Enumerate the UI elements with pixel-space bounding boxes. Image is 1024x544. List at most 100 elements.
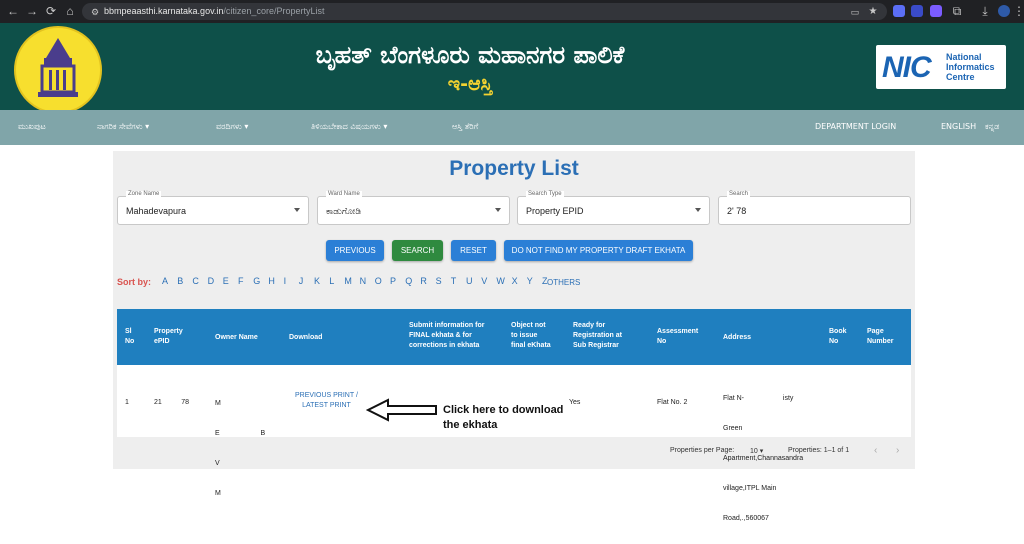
main-nav: ಮುಖಪುಟ ನಾಗರಿಕ ಸೇವೆಗಳು ▾ ವರದಿಗಳು ▾ ತಿಳಿಯಬ… [0, 110, 1024, 145]
not-find-property-button[interactable]: DO NOT FIND MY PROPERTY DRAFT EKHATA [504, 240, 693, 261]
dropdown-caret-icon [495, 208, 501, 212]
cell-assessment: Flat No. 2 [657, 399, 688, 406]
sort-by-label: Sort by: [117, 277, 152, 287]
cell-owner: M E B V M [215, 400, 266, 497]
nic-logo: NIC National Informatics Centre [876, 45, 1006, 89]
ward-select[interactable]: Ward Name ಕಾಡುಗೋಡಿ [317, 191, 510, 225]
site-subtitle: ಇ-ಆಸ್ತಿ [447, 73, 493, 95]
nav-department-login[interactable]: DEPARTMENT LOGIN [815, 122, 896, 131]
sort-letter-f[interactable]: F [238, 276, 244, 286]
zone-select[interactable]: Zone Name Mahadevapura [117, 191, 309, 225]
sort-letter-y[interactable]: Y [527, 276, 533, 286]
th-ready: Ready for Registration at Sub Registrar [573, 322, 623, 349]
th-book: Book No [829, 328, 847, 345]
sort-letter-d[interactable]: D [208, 276, 215, 286]
chevron-down-icon: ▾ [383, 122, 388, 131]
site-info-icon[interactable]: ⚙ [88, 5, 102, 19]
reset-button[interactable]: RESET [451, 240, 496, 261]
th-epid: Property ePID [154, 328, 183, 345]
sort-letter-h[interactable]: H [268, 276, 275, 286]
search-input[interactable]: Search 2' 78 [718, 191, 911, 225]
site-header: ಬೃಹತ್ ಬೆಂಗಳೂರು ಮಹಾನಗರ ಪಾಲಿಕೆ ಇ-ಆಸ್ತಿ NIC… [0, 23, 1024, 114]
dropdown-caret-icon [695, 208, 701, 212]
extension-icon-3[interactable] [930, 5, 942, 17]
per-page-label: Properties per Page: [670, 447, 735, 454]
nav-property-tax[interactable]: ಆಸ್ತಿ ತೆರಿಗೆ [452, 122, 478, 132]
dropdown-caret-icon [294, 208, 300, 212]
extension-icon-2[interactable] [911, 5, 923, 17]
sort-letter-b[interactable]: B [177, 276, 183, 286]
chevron-down-icon: ▾ [759, 448, 764, 455]
page-title: Property List [449, 157, 579, 180]
pagination-range: Properties: 1–1 of 1 [788, 447, 850, 454]
sort-letter-o[interactable]: O [375, 276, 382, 286]
bookmark-star-icon[interactable]: ★ [866, 5, 880, 19]
nav-info[interactable]: ತಿಳಿಯಬೇಕಾದ ವಿಷಯಗಳು ▾ [311, 122, 387, 132]
bbmp-emblem-icon [14, 26, 102, 114]
cell-ready: Yes [569, 399, 581, 406]
nav-kannada[interactable]: ಕನ್ನಡ [985, 122, 999, 132]
sort-letter-q[interactable]: Q [405, 276, 412, 286]
sort-letter-j[interactable]: J [299, 276, 304, 286]
sort-others-link[interactable]: OTHERS [547, 278, 580, 287]
th-address: Address [723, 334, 752, 341]
sort-letter-s[interactable]: S [436, 276, 442, 286]
search-button[interactable]: SEARCH [392, 240, 443, 261]
sort-letter-w[interactable]: W [496, 276, 505, 286]
sort-letter-p[interactable]: P [390, 276, 396, 286]
cell-epid: 21 78 [154, 399, 190, 406]
reload-icon[interactable]: ⟳ [44, 4, 58, 18]
per-page-select[interactable]: 10 ▾ [750, 447, 763, 455]
search-type-select[interactable]: Search Type Property EPID [517, 191, 710, 225]
sort-letter-r[interactable]: R [420, 276, 427, 286]
th-sl-no: Sl No [125, 328, 135, 345]
sort-letter-n[interactable]: N [360, 276, 367, 286]
sort-letter-v[interactable]: V [481, 276, 487, 286]
extensions-puzzle-icon[interactable]: ⧉ [950, 4, 964, 18]
url-path: /citizen_core/PropertyList [223, 6, 325, 16]
chevron-down-icon: ▾ [244, 122, 249, 131]
back-icon[interactable]: ← [6, 4, 20, 18]
sort-letter-u[interactable]: U [466, 276, 473, 286]
sort-letter-t[interactable]: T [451, 276, 457, 286]
sort-letter-c[interactable]: C [192, 276, 199, 286]
install-icon[interactable]: ▭ [848, 5, 862, 19]
chevron-down-icon: ▾ [145, 122, 150, 131]
th-submit: Submit information for FINAL ekhata & for… [409, 322, 485, 349]
browser-toolbar: ← → ⟳ ⌂ ⚙ bbmpeaasthi.karnataka.gov.in/c… [0, 0, 1024, 23]
nav-english[interactable]: ENGLISH [941, 122, 976, 131]
cell-sl-no: 1 [125, 399, 129, 406]
sort-letter-a[interactable]: A [162, 276, 168, 286]
nav-reports[interactable]: ವರದಿಗಳು ▾ [216, 122, 248, 132]
th-assessment: Assessment No [657, 328, 699, 345]
download-icon[interactable]: ⤓ [978, 4, 992, 18]
nav-citizen-services[interactable]: ನಾಗರಿಕ ಸೇವೆಗಳು ▾ [97, 122, 149, 132]
extension-icon-1[interactable] [893, 5, 905, 17]
home-icon[interactable]: ⌂ [63, 4, 77, 18]
sort-letter-e[interactable]: E [223, 276, 229, 286]
sort-letter-k[interactable]: K [314, 276, 320, 286]
sort-letter-m[interactable]: M [344, 276, 352, 286]
sort-letter-g[interactable]: G [253, 276, 260, 286]
sort-letter-l[interactable]: L [329, 276, 334, 286]
th-owner: Owner Name [215, 334, 258, 341]
th-page: Page Number [867, 328, 894, 345]
address-bar[interactable]: ⚙ bbmpeaasthi.karnataka.gov.in/citizen_c… [82, 3, 887, 20]
th-object: Object not to issue final eKhata [511, 322, 551, 349]
cell-address: Flat N- isty Green Apartment,Channasandr… [723, 395, 804, 522]
site-title: ಬೃಹತ್ ಬೆಂಗಳೂರು ಮಹಾನಗರ ಪಾಲಿಕೆ [315, 41, 625, 69]
download-print-link[interactable]: PREVIOUS PRINT / LATEST PRINT [295, 391, 358, 411]
next-page-icon[interactable]: › [896, 445, 899, 456]
browser-menu-icon[interactable]: ⋮ [1012, 4, 1024, 18]
sort-letter-i[interactable]: I [284, 276, 287, 286]
previous-button[interactable]: PREVIOUS [326, 240, 384, 261]
sort-letter-x[interactable]: X [512, 276, 518, 286]
forward-icon[interactable]: → [25, 4, 39, 18]
annotation-text: Click here to download the ekhata [443, 404, 564, 431]
profile-avatar[interactable] [998, 5, 1010, 17]
url-domain: bbmpeaasthi.karnataka.gov.in [104, 6, 224, 16]
annotation-arrow-icon [366, 398, 437, 422]
nav-home[interactable]: ಮುಖಪುಟ [18, 122, 46, 132]
th-download: Download [289, 334, 323, 341]
prev-page-icon[interactable]: ‹ [874, 445, 877, 456]
